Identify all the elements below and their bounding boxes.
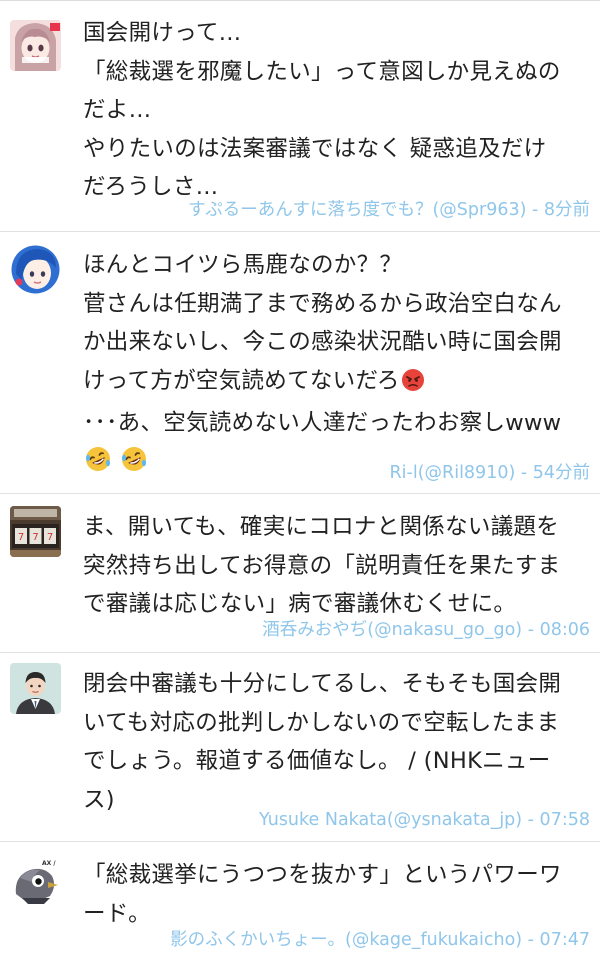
tweet-line: だよ… bbox=[83, 97, 152, 123]
tweet-line: いても対応の批判しかしないので空転したまま bbox=[83, 709, 560, 736]
tweet-text: 国会開けって… 「総裁選を邪魔したい」って意図しか見えぬの だよ… やりたいのは… bbox=[83, 14, 593, 207]
svg-text:7: 7 bbox=[18, 532, 24, 543]
svg-text:7: 7 bbox=[47, 532, 53, 543]
tweet-line: 国会開けって… bbox=[83, 20, 242, 46]
tweet-item[interactable]: 7 7 7 ま、開いても、確実にコロナと関係ない議題を 突然持ち出してお得意の「… bbox=[0, 494, 600, 653]
svg-text:7: 7 bbox=[32, 532, 38, 543]
tweet-item[interactable]: ほんとコイツら馬鹿なのか？？ 菅さんは任期満了まで務めるから政治空白なん か出来… bbox=[0, 232, 600, 494]
tweet-line: ま、開いても、確実にコロナと関係ない議題を bbox=[83, 514, 560, 540]
tweet-text: 閉会中審議も十分にしてるし、そもそも国会開 いても対応の批判しかしないので空転し… bbox=[83, 665, 593, 819]
tweet-item[interactable]: AX / 「総裁選挙にうつつを抜かす」というパワーワ ード。 影のふくかいちょー… bbox=[0, 842, 600, 953]
angry-face-emoji bbox=[401, 366, 425, 405]
tweet-author-link[interactable]: Yusuke Nakata(@ysnakata_jp) - 07:58 bbox=[259, 808, 590, 832]
svg-text:AX /: AX / bbox=[42, 860, 56, 867]
rolling-on-floor-laughing-emoji bbox=[120, 445, 148, 486]
tweet-text: ほんとコイツら馬鹿なのか？？ 菅さんは任期満了まで務めるから政治空白なん か出来… bbox=[83, 246, 593, 485]
tweet-line: 突然持ち出してお得意の「説明責任を果たすま bbox=[83, 552, 561, 579]
pigeon-avatar[interactable]: AX / bbox=[10, 854, 61, 905]
tweet-author-link[interactable]: すぷるーあんすに落ち度でも？(@Spr963) - 8分前 bbox=[188, 198, 590, 222]
anime-girl-avatar[interactable] bbox=[10, 20, 61, 71]
tweet-line: か出来ないし、今この感染状況酷い時に国会開 bbox=[83, 329, 562, 355]
tweet-line: 閉会中審議も十分にしてるし、そもそも国会開 bbox=[83, 671, 562, 697]
slot-machine-avatar[interactable]: 7 7 7 bbox=[10, 506, 61, 557]
tweet-item[interactable]: 国会開けって… 「総裁選を邪魔したい」って意図しか見えぬの だよ… やりたいのは… bbox=[0, 0, 600, 232]
tweet-item[interactable]: 閉会中審議も十分にしてるし、そもそも国会開 いても対応の批判しかしないので空転し… bbox=[0, 653, 600, 842]
tweet-line: 「総裁選挙にうつつを抜かす」というパワーワ bbox=[83, 862, 562, 888]
tweet-line: やりたいのは法案審議ではなく 疑惑追及だけ bbox=[83, 135, 547, 162]
tweet-line: 菅さんは任期満了まで務めるから政治空白なん bbox=[83, 290, 562, 317]
tweet-author-link[interactable]: 影のふくかいちょー。(@kage_fukukaicho) - 07:47 bbox=[170, 928, 590, 952]
tweet-author-link[interactable]: 酒呑みおやぢ(@nakasu_go_go) - 08:06 bbox=[262, 618, 590, 642]
tweet-text: ま、開いても、確実にコロナと関係ない議題を 突然持ち出してお得意の「説明責任を果… bbox=[83, 508, 593, 624]
man-in-suit-avatar[interactable] bbox=[10, 663, 61, 714]
tweet-text: 「総裁選挙にうつつを抜かす」というパワーワ ード。 bbox=[83, 856, 593, 933]
tweet-line: でしょう。報道する価値なし。 / (NHKニュー bbox=[83, 748, 551, 774]
tweet-line: ほんとコイツら馬鹿なのか？？ bbox=[83, 252, 403, 278]
rolling-on-floor-laughing-emoji bbox=[84, 445, 112, 486]
tweet-line: けって方が空気読めてないだろ bbox=[83, 362, 593, 405]
blue-hair-avatar[interactable] bbox=[10, 244, 61, 295]
tweet-line: ･･･あ、空気読めない人達だったわお察しwww bbox=[83, 410, 562, 436]
tweet-line: 「総裁選を邪魔したい」って意図しか見えぬの bbox=[83, 58, 561, 85]
tweet-author-link[interactable]: Ri-l(@Ril8910) - 54分前 bbox=[390, 461, 590, 485]
tweet-line-text: けって方が空気読めてないだろ bbox=[83, 367, 400, 394]
